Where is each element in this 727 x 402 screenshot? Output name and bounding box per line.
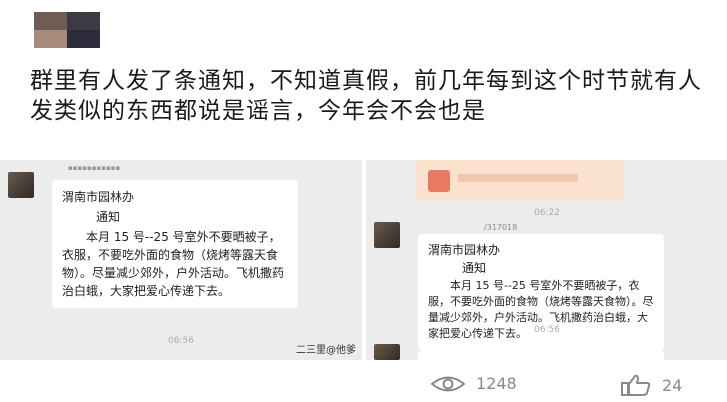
author-avatar[interactable] — [34, 12, 100, 48]
eye-icon — [430, 375, 466, 393]
message-org: 渭南市园林办 — [428, 243, 501, 257]
chat-screenshot-right[interactable]: 06:22 /317018 渭南市园林办 通知 本月 15 号--25 号室外不… — [366, 160, 727, 360]
post-text: 群里有人发了条通知，不知道真假，前几年每到这个时节就有人发类似的东西都说是谣言，… — [30, 68, 702, 124]
views-stat: 1248 — [430, 374, 517, 393]
sender-avatar — [374, 222, 400, 248]
watermark-tag: 二三里@他爹 — [296, 345, 356, 356]
message-time-top: 06:22 — [534, 208, 560, 218]
card-thumbnail — [428, 170, 450, 192]
message-time: 06:56 — [534, 325, 560, 335]
message-title: 通知 — [462, 261, 487, 275]
message-org: 渭南市园林办 — [62, 190, 135, 204]
next-message-bubble — [418, 350, 664, 360]
next-sender-avatar — [374, 344, 400, 360]
chat-screenshot-left[interactable]: ▪▪▪▪▪▪▪▪▪▪▪ 渭南市园林办 通知 本月 15 号--25 号室外不要晒… — [0, 160, 362, 360]
blurred-sender: ▪▪▪▪▪▪▪▪▪▪▪ — [68, 164, 121, 172]
sender-name: /317018 — [484, 223, 518, 232]
shared-card — [416, 160, 624, 200]
likes-count: 24 — [662, 375, 683, 395]
sender-avatar — [8, 172, 34, 198]
message-title: 通知 — [96, 210, 121, 224]
thumbs-up-icon[interactable] — [620, 374, 652, 396]
card-title-blur — [458, 174, 578, 182]
stats-bar: 1248 24 — [0, 362, 727, 402]
message-body: 本月 15 号--25 号室外不要晒被子，衣服，不要吃外面的食物（烧烤等露天食物… — [62, 230, 285, 298]
views-count: 1248 — [476, 374, 517, 393]
likes-stat[interactable]: 24 — [620, 374, 682, 396]
message-bubble: 渭南市园林办 通知 本月 15 号--25 号室外不要晒被子，衣服，不要吃外面的… — [52, 180, 298, 308]
message-time: 06:56 — [168, 336, 194, 346]
